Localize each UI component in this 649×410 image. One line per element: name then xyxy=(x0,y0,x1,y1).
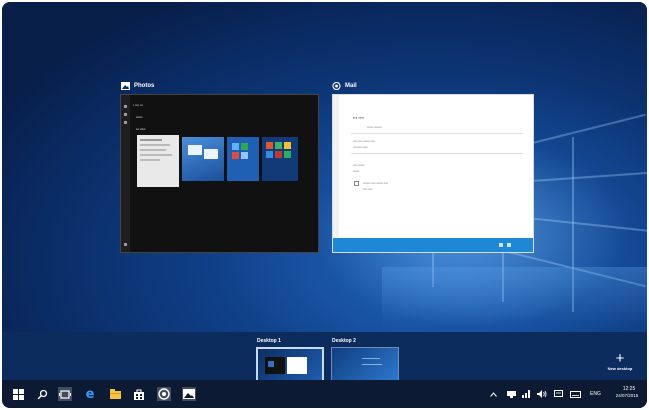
windows-start-icon[interactable] xyxy=(11,387,25,401)
desktop-wallpaper xyxy=(2,2,647,332)
chevron-up-icon[interactable] xyxy=(490,389,497,399)
mail-sidebar xyxy=(333,95,339,240)
mail-text: ▪▪▪▪▪▪ ▪▪▪▪▪▪▪ xyxy=(367,125,382,129)
photos-icon[interactable] xyxy=(182,387,196,401)
mail-text: ▪▪▪▪ ▪▪▪▪ ▪▪▪▪▪▪ ▪▪▪▪ xyxy=(353,139,375,143)
store-icon[interactable] xyxy=(132,387,146,401)
photos-header: ▪ ▪▪▪▪ ▪▪▪ xyxy=(133,103,144,107)
mail-footer-bar xyxy=(333,238,533,252)
mail-icon xyxy=(332,82,341,90)
mail-text: ▪▪▪▪ ▪▪▪▪▪▪ xyxy=(353,163,365,167)
window-preview-photos[interactable]: ▪ ▪▪▪▪ ▪▪▪ ▪▪▪▪▪▪ ▪▪▪ ▪▪▪▪▪ xyxy=(120,94,319,253)
volume-icon[interactable] xyxy=(537,389,547,399)
search-icon[interactable] xyxy=(35,387,49,401)
file-explorer-icon[interactable] xyxy=(108,387,122,401)
window-title: Photos xyxy=(134,83,155,89)
window-title: Mail xyxy=(345,83,357,89)
photo-thumbnail[interactable] xyxy=(227,137,259,181)
desktop-1-label: Desktop 1 xyxy=(257,338,281,344)
photo-thumbnail[interactable] xyxy=(137,135,179,187)
clock-time[interactable]: 12:25 xyxy=(614,386,644,392)
new-desktop-button[interactable]: + New desktop xyxy=(600,350,640,371)
taskbar: e ENG 12:25 24/07/2015 xyxy=(2,380,647,408)
window-preview-mail[interactable]: ▪▪▪ ▪▪▪▪ ▪▪▪▪▪▪ ▪▪▪▪▪▪▪ ▪▪▪▪ ▪▪▪▪ ▪▪▪▪▪▪… xyxy=(332,94,534,253)
photos-folder-link: ▪▪▪▪▪▪ xyxy=(136,115,143,119)
mail-checkbox[interactable] xyxy=(354,181,359,186)
clock-date[interactable]: 24/07/2015 xyxy=(607,393,647,398)
media-icon[interactable] xyxy=(157,387,171,401)
photos-icon xyxy=(121,82,130,90)
photo-thumbnail[interactable] xyxy=(182,137,224,181)
plus-icon: + xyxy=(615,350,625,367)
desktop-2-label: Desktop 2 xyxy=(332,338,356,344)
wifi-icon[interactable] xyxy=(522,389,531,399)
mail-text: ▪▪▪▪▪▪▪ ▪▪▪▪ ▪▪▪▪▪▪ ▪▪▪▪ xyxy=(363,181,388,185)
window-label-photos: Photos xyxy=(121,82,154,90)
mail-text: ▪▪▪▪▪▪ xyxy=(353,169,360,173)
photo-thumbnail[interactable] xyxy=(262,137,298,181)
photos-folder-link: ▪▪▪ ▪▪▪▪▪ xyxy=(136,127,146,131)
task-view-icon[interactable] xyxy=(58,387,72,401)
language-indicator[interactable]: ENG xyxy=(590,391,601,397)
screen: Photos ▪ ▪▪▪▪ ▪▪▪ ▪▪▪▪▪▪ ▪▪▪ ▪▪▪▪▪ Mail … xyxy=(2,2,647,408)
edge-icon[interactable]: e xyxy=(83,387,97,402)
virtual-desktops-bar xyxy=(2,332,647,380)
photos-sidebar xyxy=(121,95,130,252)
network-icon[interactable] xyxy=(507,389,516,399)
mail-text: ▪▪▪▪▪▪▪▪ ▪▪▪▪▪ xyxy=(353,145,368,149)
message-icon[interactable] xyxy=(554,389,563,399)
keyboard-icon[interactable] xyxy=(570,389,581,399)
mail-heading: ▪▪▪ ▪▪▪▪ xyxy=(353,115,365,120)
window-label-mail: Mail xyxy=(332,82,357,90)
mail-text: ▪▪▪▪ ▪▪▪▪ xyxy=(363,187,373,191)
new-desktop-label: New desktop xyxy=(607,366,633,371)
